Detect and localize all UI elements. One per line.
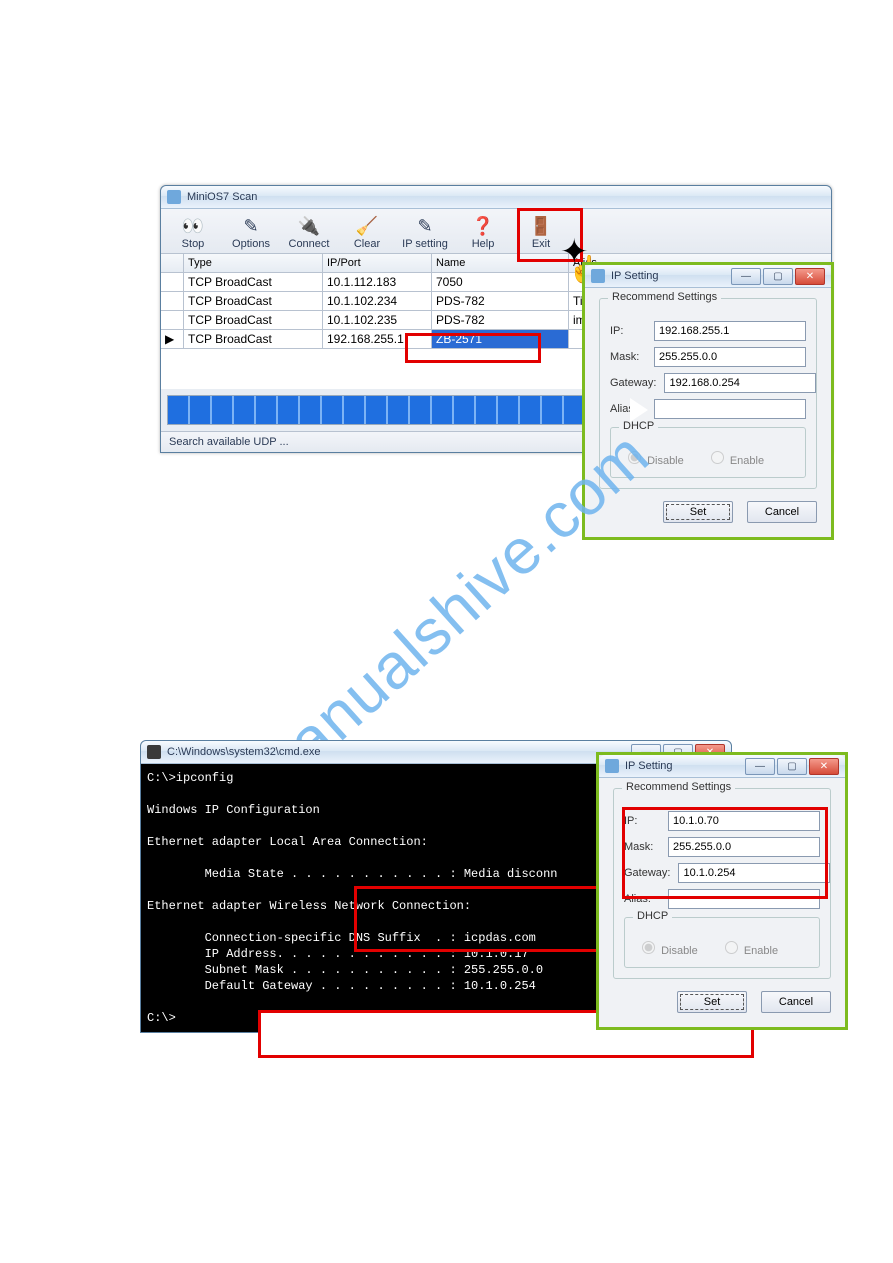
tb-clear[interactable]: 🧹 Clear xyxy=(341,212,393,253)
tb-stop-label: Stop xyxy=(182,238,205,250)
tb-clear-label: Clear xyxy=(354,238,380,250)
label-gateway: Gateway: xyxy=(610,377,656,389)
input-mask[interactable] xyxy=(654,347,806,367)
row-gw: Gateway: xyxy=(610,373,806,393)
cell-name: PDS-782 xyxy=(432,311,569,329)
window-controls: — ▢ ✕ xyxy=(745,758,839,775)
dhcp-options: Disable Enable xyxy=(635,934,809,957)
input-ip[interactable] xyxy=(654,321,806,341)
cell-type: TCP BroadCast xyxy=(184,330,323,348)
ipset1-titlebar: IP Setting — ▢ ✕ xyxy=(585,265,831,288)
cmd-title: C:\Windows\system32\cmd.exe xyxy=(167,746,320,758)
tb-stop[interactable]: 👀 Stop xyxy=(167,212,219,253)
dhcp-disable[interactable]: Disable xyxy=(623,448,684,467)
dhcp-enable[interactable]: Enable xyxy=(720,938,778,957)
dhcp-disable[interactable]: Disable xyxy=(637,938,698,957)
ipsetting-dialog-bottom: IP Setting — ▢ ✕ Recommend Settings IP: … xyxy=(596,752,848,1030)
window-controls: — ▢ ✕ xyxy=(731,268,825,285)
tb-ipsetting[interactable]: ✎ IP setting xyxy=(399,212,451,253)
options-icon: ✎ xyxy=(237,214,265,238)
group-title: Recommend Settings xyxy=(608,291,721,303)
dhcp-disable-label: Disable xyxy=(647,455,684,467)
tb-ipsetting-label: IP setting xyxy=(402,238,448,250)
minios-toolbar: 👀 Stop ✎ Options 🔌 Connect 🧹 Clear ✎ IP … xyxy=(161,209,831,254)
dhcp-enable[interactable]: Enable xyxy=(706,448,764,467)
label-ip: IP: xyxy=(610,325,646,337)
recommend-group: Recommend Settings IP: Mask: Gateway: Al… xyxy=(599,298,817,489)
dhcp-enable-label: Enable xyxy=(744,945,778,957)
col-ip[interactable]: IP/Port xyxy=(323,254,432,272)
connect-icon: 🔌 xyxy=(295,214,323,238)
dialog-icon xyxy=(605,759,619,773)
tb-connect-label: Connect xyxy=(289,238,330,250)
cell-type: TCP BroadCast xyxy=(184,311,323,329)
dialog-buttons: Set Cancel xyxy=(599,501,817,523)
cancel-button[interactable]: Cancel xyxy=(747,501,817,523)
ipset1-body: Recommend Settings IP: Mask: Gateway: Al… xyxy=(585,288,831,537)
input-alias[interactable] xyxy=(654,399,806,419)
dialog-icon xyxy=(591,269,605,283)
maximize-button[interactable]: ▢ xyxy=(777,758,807,775)
col-type[interactable]: Type xyxy=(184,254,323,272)
minimize-button[interactable]: — xyxy=(731,268,761,285)
cell-type: TCP BroadCast xyxy=(184,292,323,310)
clear-icon: 🧹 xyxy=(353,214,381,238)
minios-titlebar: MiniOS7 Scan xyxy=(161,186,831,209)
cell-ip: 10.1.102.234 xyxy=(323,292,432,310)
highlight-ipfields xyxy=(622,807,828,899)
minimize-button[interactable]: — xyxy=(745,758,775,775)
cancel-button[interactable]: Cancel xyxy=(761,991,831,1013)
dhcp-disable-label: Disable xyxy=(661,945,698,957)
set-button[interactable]: Set xyxy=(677,991,747,1013)
cell-name: PDS-782 xyxy=(432,292,569,310)
ipset2-title: IP Setting xyxy=(625,760,673,772)
row-indicator xyxy=(161,311,184,329)
dhcp-options: Disable Enable xyxy=(621,444,795,467)
tb-options-label: Options xyxy=(232,238,270,250)
cell-name: 7050 xyxy=(432,273,569,291)
dialog-buttons: Set Cancel xyxy=(613,991,831,1013)
tb-options[interactable]: ✎ Options xyxy=(225,212,277,253)
ipset2-body: Recommend Settings IP: Mask: Gateway: Al… xyxy=(599,778,845,1027)
cmd-icon xyxy=(147,745,161,759)
tb-connect[interactable]: 🔌 Connect xyxy=(283,212,335,253)
highlight-selected-name xyxy=(405,333,541,363)
label-mask: Mask: xyxy=(610,351,646,363)
close-button[interactable]: ✕ xyxy=(809,758,839,775)
row-ip: IP: xyxy=(610,321,806,341)
cell-ip: 10.1.112.183 xyxy=(323,273,432,291)
ipset2-titlebar: IP Setting — ▢ ✕ xyxy=(599,755,845,778)
dhcp-group: DHCP Disable Enable xyxy=(624,917,820,968)
recommend-group: Recommend Settings IP: Mask: Gateway: Al… xyxy=(613,788,831,979)
row-indicator xyxy=(161,273,184,291)
dhcp-enable-label: Enable xyxy=(730,455,764,467)
dhcp-title: DHCP xyxy=(633,910,672,922)
col-indicator xyxy=(161,254,184,272)
row-indicator: ▶ xyxy=(161,330,184,348)
cell-type: TCP BroadCast xyxy=(184,273,323,291)
close-button[interactable]: ✕ xyxy=(795,268,825,285)
ipset1-title: IP Setting xyxy=(611,270,659,282)
input-gateway[interactable] xyxy=(664,373,816,393)
set-button[interactable]: Set xyxy=(663,501,733,523)
ipsetting-icon: ✎ xyxy=(411,214,439,238)
dhcp-group: DHCP Disable Enable xyxy=(610,427,806,478)
row-indicator xyxy=(161,292,184,310)
row-mask: Mask: xyxy=(610,347,806,367)
help-icon: ❓ xyxy=(469,214,497,238)
maximize-button[interactable]: ▢ xyxy=(763,268,793,285)
group-title: Recommend Settings xyxy=(622,781,735,793)
ipsetting-dialog-top: IP Setting — ▢ ✕ Recommend Settings IP: … xyxy=(582,262,834,540)
tb-help[interactable]: ❓ Help xyxy=(457,212,509,253)
status-text: Search available UDP ... xyxy=(169,436,289,448)
app-icon xyxy=(167,190,181,204)
binoculars-icon: 👀 xyxy=(179,214,207,238)
cell-ip: 10.1.102.235 xyxy=(323,311,432,329)
tb-help-label: Help xyxy=(472,238,495,250)
minios-title: MiniOS7 Scan xyxy=(187,191,257,203)
